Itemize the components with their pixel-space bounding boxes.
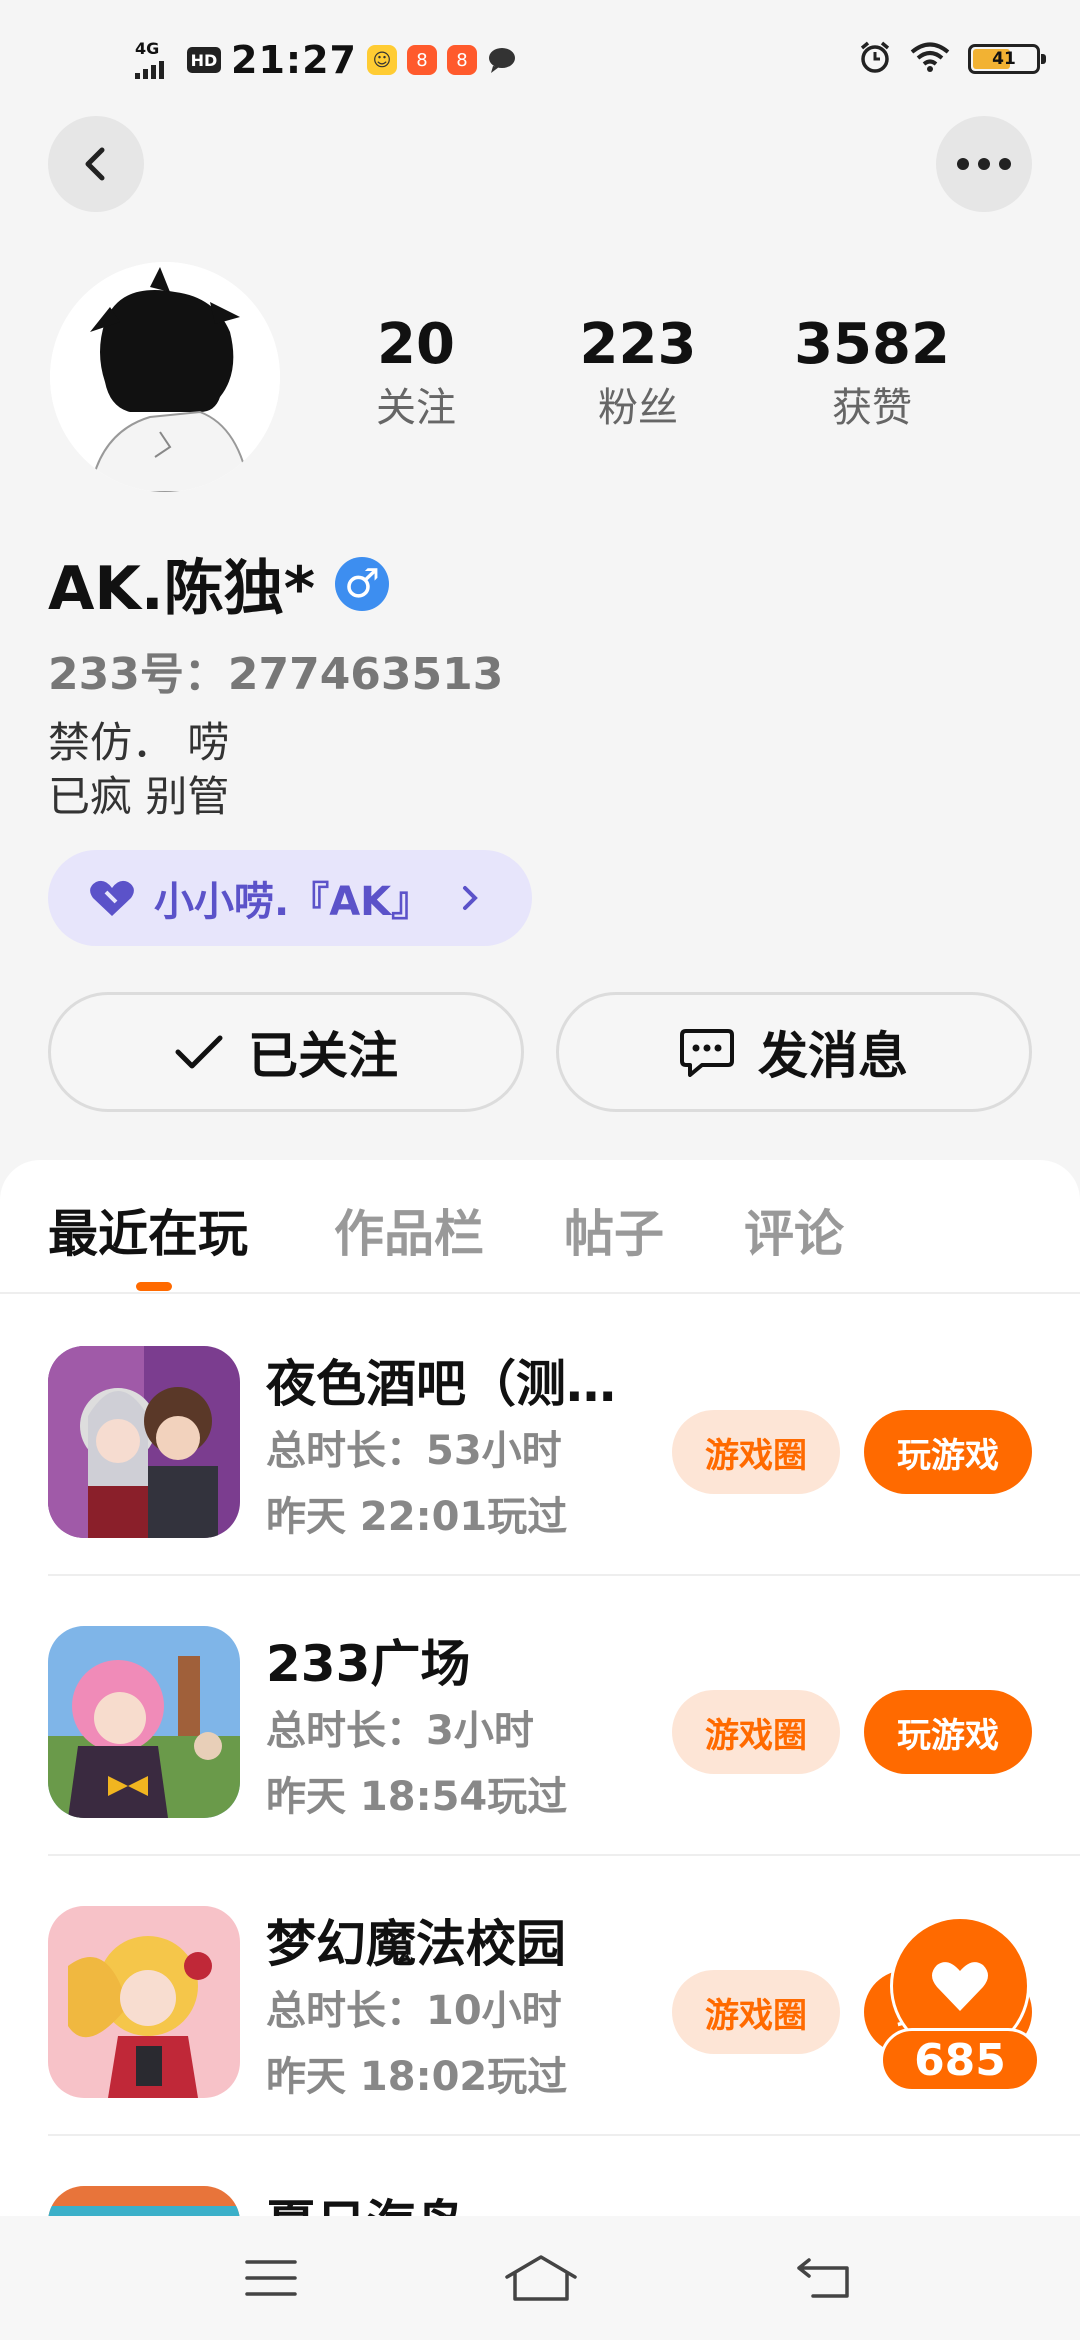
likes-count: 3582	[794, 312, 950, 377]
hd-icon: HD	[187, 47, 221, 73]
game-icon	[48, 1626, 240, 1818]
fans-label: 粉丝	[598, 385, 678, 431]
chevron-right-icon	[463, 886, 478, 910]
game-title: 梦幻魔法校园	[266, 1915, 566, 1973]
play-game-button[interactable]: 玩游戏	[864, 1410, 1032, 1494]
game-duration: 总时长：10小时	[266, 1988, 562, 2034]
bio: 禁仿． 唠 已疯 别管	[48, 716, 229, 824]
checkmark-icon	[175, 1035, 223, 1069]
game-title: 233广场	[266, 1635, 471, 1693]
game-duration: 总时长：3小时	[266, 1708, 534, 1754]
game-icon	[48, 1346, 240, 1538]
tab-indicator	[136, 1282, 172, 1291]
home-icon	[505, 2255, 577, 2301]
game-last-played: 昨天 18:54玩过	[266, 1774, 568, 1820]
game-circle-button[interactable]: 游戏圈	[672, 1690, 840, 1774]
send-message-label: 发消息	[758, 1027, 908, 1085]
more-options-button[interactable]	[936, 116, 1032, 212]
battery-level: 41	[992, 49, 1016, 69]
game-last-played: 昨天 18:02玩过	[266, 2054, 568, 2100]
stat-following[interactable]: 20 关注	[316, 310, 516, 436]
alarm-icon	[858, 40, 892, 78]
clock: 21:27	[231, 38, 357, 82]
game-title: 夜色酒吧（测…	[266, 1355, 616, 1413]
system-nav-bar	[0, 2216, 1080, 2340]
menu-button[interactable]	[226, 2246, 316, 2310]
heart-link-icon	[90, 880, 134, 916]
fans-count: 223	[579, 312, 697, 377]
notification-app-icon: 8	[446, 45, 477, 75]
game-icon	[48, 2186, 240, 2220]
game-row[interactable]: 233广场 总时长：3小时 昨天 18:54玩过 游戏圈 玩游戏	[48, 1576, 1080, 1856]
likes-label: 获赞	[832, 385, 912, 431]
tab-recent-play[interactable]: 最近在玩	[48, 1194, 248, 1266]
nickname-row: AK.陈独* ♂	[48, 540, 390, 627]
tab-posts[interactable]: 帖子	[564, 1194, 664, 1266]
chat-bubble-icon	[487, 45, 517, 75]
back-nav-button[interactable]	[778, 2246, 868, 2310]
game-icon	[48, 1906, 240, 2098]
stat-likes[interactable]: 3582 获赞	[772, 310, 972, 436]
chevron-left-icon	[85, 147, 105, 181]
family-tag[interactable]: 小小唠.『AK』	[48, 850, 532, 946]
cellular-signal-icon: 4G	[135, 41, 177, 79]
stat-fans[interactable]: 223 粉丝	[538, 310, 738, 436]
wifi-icon	[910, 41, 950, 77]
tab-bar: 最近在玩 作品栏 帖子 评论	[0, 1160, 1080, 1294]
bio-line: 禁仿． 唠	[48, 718, 230, 767]
back-button[interactable]	[48, 116, 144, 212]
tab-comments[interactable]: 评论	[744, 1194, 844, 1266]
followed-button[interactable]: 已关注	[48, 992, 524, 1112]
battery-icon: 41	[968, 44, 1046, 74]
game-last-played: 昨天 22:01玩过	[266, 1494, 568, 1540]
following-count: 20	[377, 312, 455, 377]
game-row[interactable]: 夏日海岛	[48, 2136, 1080, 2220]
male-gender-icon: ♂	[335, 556, 390, 611]
status-bar: 4G HD 21:27 ☺ 8 8 41	[0, 0, 1080, 110]
nickname: AK.陈独*	[48, 554, 316, 624]
game-circle-button[interactable]: 游戏圈	[672, 1970, 840, 2054]
return-icon	[797, 2258, 849, 2298]
play-game-button[interactable]: 玩游戏	[864, 1690, 1032, 1774]
like-count: 685	[880, 2028, 1040, 2092]
game-row[interactable]: 夜色酒吧（测… 总时长：53小时 昨天 22:01玩过 游戏圈 玩游戏	[48, 1296, 1080, 1576]
game-duration: 总时长：53小时	[266, 1428, 562, 1474]
network-type: 4G	[135, 39, 160, 58]
family-tag-label: 小小唠.『AK』	[154, 879, 432, 925]
avatar[interactable]	[50, 262, 280, 492]
notification-app-icon: 8	[406, 45, 437, 75]
chat-icon	[680, 1029, 734, 1077]
followed-label: 已关注	[248, 1027, 398, 1085]
following-label: 关注	[376, 385, 456, 431]
home-button[interactable]	[496, 2246, 586, 2310]
tab-works[interactable]: 作品栏	[334, 1194, 484, 1266]
floating-like-button[interactable]: 685	[880, 1916, 1040, 2100]
send-message-button[interactable]: 发消息	[556, 992, 1032, 1112]
user-id[interactable]: 233号：277463513	[48, 638, 503, 702]
more-dots-icon	[957, 158, 1011, 170]
game-circle-button[interactable]: 游戏圈	[672, 1410, 840, 1494]
game-title: 夏日海岛	[266, 2184, 466, 2220]
menu-icon	[245, 2260, 297, 2296]
bio-line: 已疯 别管	[48, 772, 230, 821]
notification-app-icon: ☺	[366, 45, 397, 75]
